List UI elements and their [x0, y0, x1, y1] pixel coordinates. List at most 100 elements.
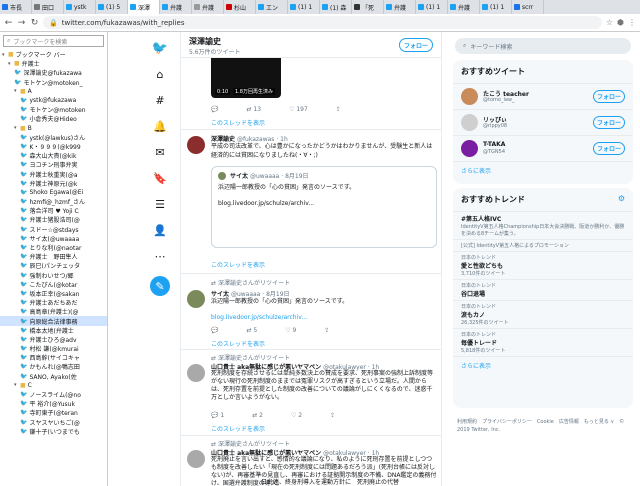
mail-icon[interactable]: ✉ — [150, 142, 170, 162]
browser-tab[interactable]: (1) 1 — [480, 0, 512, 14]
extension-icon[interactable]: ⬢ — [617, 18, 624, 27]
bookmark-item[interactable]: 🐦 サイ太(@uwaaaa — [0, 234, 107, 243]
trend-item[interactable]: 日本のトレンド 涙もカノ 26,325件のツイート — [453, 301, 633, 329]
retweet-action[interactable]: ⇄ 5 — [246, 327, 257, 334]
bookmark-item[interactable]: 🐦 鎌十子(いつまでも — [0, 427, 107, 436]
trends-more-link[interactable]: さらに表示 — [453, 357, 633, 374]
back-arrow-icon[interactable]: ← — [4, 18, 13, 28]
bookmark-folder[interactable]: ▾ ■ ブックマーク バー — [0, 50, 107, 59]
bookmark-item[interactable]: 🐦 モトケン@motoken — [0, 105, 107, 114]
bookmark-item[interactable]: 🐦 西島幹(サイコキャ — [0, 353, 107, 362]
browser-tab[interactable]: 市長 — [0, 0, 32, 14]
embedded-card-title[interactable]: 日弁連、終身刑導入を運動方針に 死刑廃止の代替 — [261, 478, 399, 486]
reply-action[interactable]: 💬 1 — [211, 412, 224, 419]
share-icon[interactable]: ⇪ — [330, 412, 335, 419]
browser-tab[interactable]: エン — [256, 0, 288, 14]
bookmark-item[interactable]: 🐦 弁護士ひろ@adv — [0, 335, 107, 344]
bookmark-item[interactable]: 🐦 弁護士あだちあだ — [0, 298, 107, 307]
browser-tab[interactable]: 田口 — [32, 0, 64, 14]
bookmark-icon[interactable]: 🔖 — [150, 168, 170, 188]
bell-icon[interactable]: 🔔 — [150, 116, 170, 136]
bookmark-item[interactable]: 🐦 向原総合法律事務 — [0, 316, 107, 326]
like-action[interactable]: ♡ 197 — [289, 106, 308, 113]
browser-tab[interactable]: ystk — [64, 0, 96, 14]
trend-item[interactable]: #第五人格IVC IdentityV第五人格Championship日本大会決勝戦… — [453, 212, 633, 240]
reply-icon[interactable]: 💬 — [211, 106, 218, 113]
bookmark-item[interactable]: 🐦 ノースライム(@no — [0, 390, 107, 399]
trend-item[interactable]: 日本のトレンド 毎優トレード 5,818件のツイート — [453, 329, 633, 357]
tweet[interactable]: ⇄ 深澤諭史さんがリツイート 山口貴士 aka無駄に感じが悪いヤマベン @ota… — [181, 436, 441, 486]
bookmark-item[interactable]: 🐦 モトケン@motoken_ — [0, 78, 107, 87]
follow-button[interactable]: フォロー — [593, 142, 625, 155]
bookmark-item[interactable]: 🐦 寺町東子(@teran — [0, 408, 107, 417]
bookmark-folder[interactable]: ▾ ■ A — [0, 87, 107, 96]
follow-button[interactable]: フォロー — [593, 116, 625, 129]
browser-tab[interactable]: (1) 森 — [320, 0, 352, 14]
bookmark-search[interactable]: ⌕ ブックマークを検索 — [3, 35, 104, 47]
recommend-more-link[interactable]: さらに表示 — [453, 162, 633, 179]
browser-tab[interactable]: (1) 5 — [96, 0, 128, 14]
browser-tab[interactable]: 杉山 — [224, 0, 256, 14]
url-field[interactable]: 🔒 twitter.com/fukazawas/with_replies — [43, 16, 602, 29]
bookmark-item[interactable]: 🐦 とりな利(@naotar — [0, 243, 107, 252]
browser-tab[interactable]: 弁護 — [384, 0, 416, 14]
browser-tab[interactable]: 深澤 — [128, 0, 160, 14]
avatar[interactable] — [187, 364, 205, 382]
bookmark-item[interactable]: 🐦 平 裕介(@Yusuk — [0, 399, 107, 408]
footer-links[interactable]: 利用規約 プライバシーポリシー Cookie 広告情報 もっと見る ∨ © 20… — [457, 418, 632, 434]
home-icon[interactable]: ⌂ — [150, 64, 170, 84]
avatar[interactable] — [461, 88, 478, 105]
recommend-user[interactable]: リッぴぃ @rippy08 フォロー — [453, 110, 633, 136]
more-icon[interactable]: ⋯ — [150, 246, 170, 266]
browser-tab[interactable]: 弁護 — [192, 0, 224, 14]
browser-tab[interactable]: scrr — [512, 0, 544, 14]
bookmark-item[interactable]: 🐦 SANO, Ayako(佐 — [0, 372, 107, 381]
avatar[interactable] — [187, 290, 205, 308]
bookmark-item[interactable]: 🐦 坂本正幸(@sakan — [0, 289, 107, 298]
avatar[interactable] — [461, 114, 478, 131]
bookmark-folder[interactable]: ▾ ■ 弁護士 — [0, 59, 107, 68]
thread-link[interactable]: このスレッドを表示 — [211, 339, 265, 348]
list-icon[interactable]: ☰ — [150, 194, 170, 214]
trend-item[interactable]: 日本のトレンド 愛と性欲どちも 3,710件のツイート — [453, 252, 633, 280]
bookmark-item[interactable]: 🐦 スドー☆@stdays — [0, 225, 107, 234]
browser-tab[interactable]: (1) 1 — [288, 0, 320, 14]
share-icon[interactable]: ⇪ — [336, 106, 341, 113]
menu-dots-icon[interactable]: ⋮ — [628, 18, 636, 27]
avatar[interactable] — [187, 450, 205, 468]
thread-link[interactable]: このスレッドを表示 — [211, 118, 265, 127]
thread-link[interactable]: このスレッドを表示 — [211, 424, 265, 433]
bookmark-item[interactable]: 🐦 Shoko Egawa(@Ei — [0, 188, 107, 197]
bookmark-folder[interactable]: ▾ ■ C — [0, 381, 107, 390]
forward-arrow-icon[interactable]: → — [17, 18, 26, 28]
follow-button[interactable]: フォロー — [593, 90, 625, 103]
bookmark-folder[interactable]: ▾ ■ B — [0, 124, 107, 133]
bookmark-item[interactable]: 🐦 hzmfi@_hzmf_さん — [0, 197, 107, 206]
browser-tab[interactable]: 弁護 — [160, 0, 192, 14]
bookmark-item[interactable]: 🐦 森大山大貴(@kik — [0, 151, 107, 160]
quoted-link[interactable]: blog.livedoor.jp/schulze/archiv... — [218, 199, 314, 208]
browser-tab[interactable]: 「死 — [352, 0, 384, 14]
retweet-action[interactable]: ⇄ 13 — [246, 106, 261, 113]
share-icon[interactable]: ⇪ — [324, 327, 329, 334]
bookmark-item[interactable]: 🐦 ヨコチン刑事弁実 — [0, 160, 107, 169]
tweet-link[interactable]: blog.livedoor.jp/schulze/archiv... — [211, 314, 307, 321]
recommend-user[interactable]: たこう teacher @tomo_law_ フォロー — [453, 84, 633, 110]
avatar[interactable] — [461, 140, 478, 157]
compose-icon[interactable]: ✎ — [150, 276, 170, 296]
bookmark-item[interactable]: 🐦 小倉秀夫@Hideo — [0, 114, 107, 123]
reply-icon[interactable]: 💬 — [211, 327, 218, 334]
bookmark-item[interactable]: 🐦 深澤諭史@fukazawa — [0, 68, 107, 77]
bookmark-item[interactable]: 🐦 K・９９９(@k999 — [0, 142, 107, 151]
video-player[interactable]: 0:10 1.8万回再生済み — [211, 58, 281, 98]
twitter-logo-icon[interactable]: 🐦 — [150, 38, 170, 58]
recommend-user[interactable]: T-TAKA @TGN54 フォロー — [453, 136, 633, 162]
profile-icon[interactable]: 👤 — [150, 220, 170, 240]
header-follow-button[interactable]: フォロー — [399, 38, 433, 52]
bookmark-item[interactable]: 🐦 弁護士秋重実(@a — [0, 169, 107, 179]
star-icon[interactable]: ☆ — [606, 18, 613, 27]
tweet[interactable]: 深澤諭史 @fukazawas · 1h 平成の司法改革で、心は豊かになったかど… — [181, 130, 441, 274]
hash-icon[interactable]: # — [150, 90, 170, 110]
bookmark-item[interactable]: 🐦 スヤスヤいちご(@ — [0, 418, 107, 427]
like-action[interactable]: ♡ 9 — [285, 327, 296, 334]
